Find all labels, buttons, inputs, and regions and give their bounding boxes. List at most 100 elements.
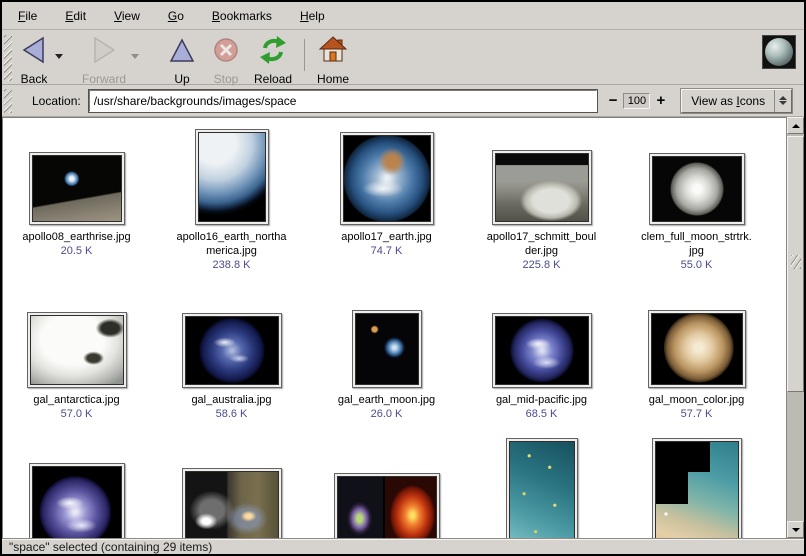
icon-view: apollo08_earthrise.jpg 20.5 K apollo16_e… — [2, 117, 786, 538]
thumbnail-image — [32, 155, 122, 222]
back-icon — [18, 34, 50, 71]
forward-dropdown-arrow[interactable] — [130, 47, 140, 65]
thumbnail-image — [495, 153, 589, 222]
thumbnail-image — [652, 156, 742, 222]
forward-icon — [88, 34, 120, 71]
file-size: 55.0 K — [681, 258, 713, 273]
file-size: 74.7 K — [371, 244, 403, 259]
stop-button[interactable]: Stop — [206, 33, 246, 87]
thumbnail-frame — [29, 152, 125, 225]
file-size: 57.0 K — [61, 407, 93, 422]
file-size: 238.8 K — [213, 258, 251, 273]
toolbar-drag-handle[interactable] — [4, 35, 12, 81]
file-name: apollo17_earth.jpg — [341, 230, 432, 244]
up-icon — [166, 34, 198, 71]
menu-edit[interactable]: Edit — [51, 6, 100, 26]
file-name: apollo08_earthrise.jpg — [22, 230, 130, 244]
thumbnail-frame — [182, 468, 282, 538]
thumbnail-frame — [195, 129, 269, 225]
forward-button[interactable]: Forward — [78, 33, 130, 87]
file-name: apollo17_schmitt_boulder.jpg — [487, 230, 596, 258]
thumbnail-frame — [182, 313, 282, 388]
thumbnail-frame — [648, 310, 746, 388]
thumbnail-image — [30, 315, 124, 385]
icon-row-2: gal_antarctica.jpg 57.0 K gal_australia.… — [2, 310, 783, 422]
file-icon[interactable]: apollo17_earth.jpg 74.7 K — [309, 129, 464, 273]
home-button[interactable]: Home — [313, 33, 353, 87]
scrollbar-thumb[interactable] — [787, 136, 804, 392]
zoom-in-button[interactable]: + — [652, 92, 669, 109]
file-name: apollo16_earth_northamerica.jpg — [176, 230, 286, 258]
toolbar-separator — [304, 39, 305, 71]
menu-go[interactable]: Go — [154, 6, 198, 26]
file-icon[interactable]: apollo16_earth_northamerica.jpg 238.8 K — [154, 129, 309, 273]
file-size: 225.8 K — [523, 258, 561, 273]
file-icon[interactable]: apollo17_schmitt_boulder.jpg 225.8 K — [464, 129, 619, 273]
reload-button[interactable]: Reload — [250, 33, 296, 87]
scroll-down-button[interactable] — [787, 521, 804, 538]
thumbnail-image — [343, 135, 431, 222]
file-manager-window: File Edit View Go Bookmarks Help Back Fo… — [0, 0, 806, 556]
zoom-level-indicator: 100 — [623, 93, 650, 109]
location-input[interactable] — [89, 90, 597, 112]
down-arrow-icon — [792, 528, 800, 532]
file-icon[interactable]: gal_australia.jpg 58.6 K — [154, 310, 309, 422]
location-bar: Location: − 100 + View as Icons — [2, 85, 804, 117]
stop-icon — [210, 34, 242, 71]
file-icon[interactable]: clem_full_moon_strtrk.jpg 55.0 K — [619, 129, 774, 273]
file-name: gal_mid-pacific.jpg — [496, 393, 587, 407]
file-size: 26.0 K — [371, 407, 403, 422]
file-icon[interactable] — [309, 436, 464, 538]
file-name: gal_moon_color.jpg — [649, 393, 744, 407]
icon-row-3 — [2, 436, 783, 538]
throbber-icon — [762, 35, 796, 69]
thumbnail-frame — [492, 313, 592, 388]
thumbnail-frame — [649, 153, 745, 225]
file-size: 68.5 K — [526, 407, 558, 422]
zoom-out-button[interactable]: − — [605, 92, 622, 109]
file-icon[interactable]: gal_moon_color.jpg 57.7 K — [619, 310, 774, 422]
file-icon[interactable]: gal_earth_moon.jpg 26.0 K — [309, 310, 464, 422]
file-icon[interactable] — [2, 436, 154, 538]
up-button[interactable]: Up — [162, 33, 202, 87]
thumbnail-frame — [652, 438, 742, 538]
menu-file[interactable]: File — [4, 6, 51, 26]
file-icon[interactable] — [619, 436, 774, 538]
reload-icon — [257, 34, 289, 71]
status-text: "space" selected (containing 29 items) — [9, 540, 212, 554]
location-bar-drag-handle[interactable] — [4, 89, 12, 113]
file-icon[interactable]: apollo08_earthrise.jpg 20.5 K — [2, 129, 154, 273]
thumbnail-image — [32, 466, 122, 538]
back-button[interactable]: Back — [14, 33, 54, 87]
file-icon[interactable] — [154, 436, 309, 538]
gray-sphere-icon — [765, 38, 793, 66]
thumbnail-image — [185, 471, 279, 538]
file-icon[interactable]: gal_antarctica.jpg 57.0 K — [2, 310, 154, 422]
menu-help[interactable]: Help — [286, 6, 339, 26]
file-size: 57.7 K — [681, 407, 713, 422]
thumbnail-image — [185, 316, 279, 385]
thumbnail-frame — [352, 310, 422, 388]
thumbnail-image — [355, 313, 419, 385]
thumbnail-frame — [29, 463, 125, 538]
thumbnail-image — [655, 441, 739, 538]
file-icon[interactable]: gal_mid-pacific.jpg 68.5 K — [464, 310, 619, 422]
icon-row-1: apollo08_earthrise.jpg 20.5 K apollo16_e… — [2, 129, 783, 273]
thumbnail-image — [198, 132, 266, 222]
menu-view[interactable]: View — [100, 6, 154, 26]
menu-bookmarks[interactable]: Bookmarks — [198, 6, 286, 26]
back-dropdown-arrow[interactable] — [54, 47, 64, 65]
thumbnail-frame — [27, 312, 127, 388]
file-icon[interactable] — [464, 436, 619, 538]
thumbnail-image — [509, 441, 575, 538]
scroll-up-button[interactable] — [787, 117, 804, 134]
file-name: gal_earth_moon.jpg — [338, 393, 435, 407]
file-name: gal_antarctica.jpg — [33, 393, 119, 407]
content-area: apollo08_earthrise.jpg 20.5 K apollo16_e… — [2, 117, 804, 538]
thumbnail-image — [495, 316, 589, 385]
thumbnail-image — [651, 313, 743, 385]
thumbnail-frame — [334, 473, 440, 538]
view-as-dropdown[interactable]: View as Icons — [681, 89, 792, 113]
file-size: 58.6 K — [216, 407, 248, 422]
dropdown-arrows-icon — [774, 90, 791, 112]
